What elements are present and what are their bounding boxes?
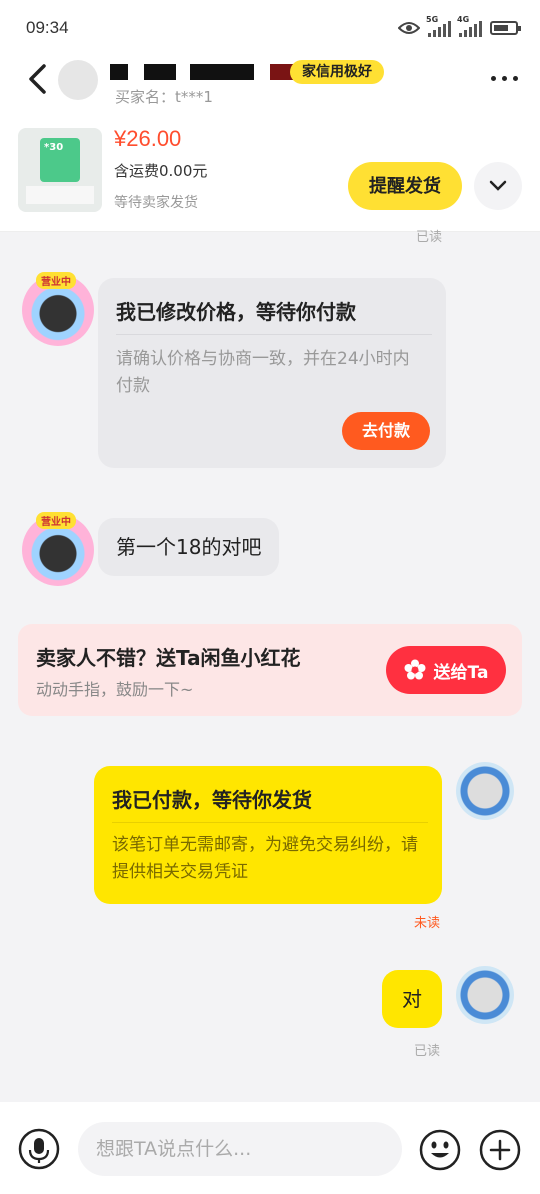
back-arrow-icon[interactable] (22, 62, 56, 96)
card-body: 该笔订单无需邮寄，为避免交易纠纷，请提供相关交易凭证 (112, 835, 418, 882)
credit-badge: 家信用极好 (290, 60, 384, 84)
divider (116, 334, 432, 335)
seller-avatar-header[interactable] (58, 60, 98, 100)
plus-icon[interactable] (478, 1128, 522, 1172)
product-price: ¥26.00 (114, 126, 182, 151)
clock: 09:34 (26, 18, 69, 37)
redacted-name (144, 64, 176, 80)
status-bar: 09:34 5G 4G (0, 0, 540, 56)
eye-icon (398, 22, 420, 34)
more-options-icon[interactable] (491, 76, 518, 81)
battery-icon (490, 21, 521, 35)
message-bubble[interactable]: 第一个18的对吧 (98, 518, 280, 576)
message-bubble[interactable]: 对 (382, 970, 442, 1028)
signal-5g-icon: 5G (426, 15, 451, 37)
read-status: 已读 (415, 230, 442, 245)
order-status: 等待卖家发货 (114, 195, 198, 211)
shipping-fee: 含运费0.00元 (114, 162, 208, 180)
seller-avatar[interactable]: 营业中 (22, 512, 94, 586)
seller-avatar[interactable]: 营业中 (22, 272, 94, 346)
flower-subtitle: 动动手指，鼓励一下~ (36, 680, 194, 699)
buyer-avatar[interactable] (456, 762, 514, 820)
send-flower-button[interactable]: 送给Ta (386, 646, 506, 694)
divider (112, 822, 428, 823)
flower-title: 卖家人不错？送Ta闲鱼小红花 (36, 646, 301, 670)
buyer-avatar[interactable] (456, 966, 514, 1024)
signal-4g-icon: 4G (457, 15, 482, 37)
expand-button[interactable] (474, 162, 522, 210)
chevron-down-icon (489, 180, 507, 191)
chat-messages[interactable]: 已读 营业中 我已修改价格，等待你付款 请确认价格与协商一致，并在24小时内付款… (0, 230, 540, 1102)
price-change-card[interactable]: 我已修改价格，等待你付款 请确认价格与协商一致，并在24小时内付款 去付款 (98, 278, 446, 468)
go-pay-button[interactable]: 去付款 (342, 412, 430, 450)
product-thumbnail[interactable]: *30 (18, 128, 102, 212)
buyer-name: 买家名：t***1 (115, 88, 213, 106)
open-tag: 营业中 (36, 512, 76, 529)
unread-status: 未读 (414, 916, 441, 931)
card-title: 我已付款，等待你发货 (112, 788, 312, 812)
read-status: 已读 (414, 1044, 441, 1059)
paid-card[interactable]: 我已付款，等待你发货 该笔订单无需邮寄，为避免交易纠纷，请提供相关交易凭证 (94, 766, 442, 904)
flower-icon (404, 659, 426, 680)
chat-header: 家信用极好 买家名：t***1 *30 ¥26.00 含运费0.00元 等待卖家… (0, 56, 540, 232)
send-flower-card: 卖家人不错？送Ta闲鱼小红花 动动手指，鼓励一下~ 送给Ta (18, 624, 522, 716)
card-title: 我已修改价格，等待你付款 (116, 300, 356, 324)
input-bar (0, 1102, 540, 1194)
redacted-name (190, 64, 254, 80)
message-input[interactable] (78, 1122, 402, 1176)
microphone-icon[interactable] (18, 1128, 60, 1170)
card-body: 请确认价格与协商一致，并在24小时内付款 (116, 349, 410, 396)
redacted-name (110, 64, 128, 80)
status-icons: 5G 4G (398, 15, 521, 37)
open-tag: 营业中 (36, 272, 76, 289)
emoji-icon[interactable] (418, 1128, 462, 1172)
remind-ship-button[interactable]: 提醒发货 (348, 162, 462, 210)
send-flower-label: 送给Ta (433, 662, 489, 683)
